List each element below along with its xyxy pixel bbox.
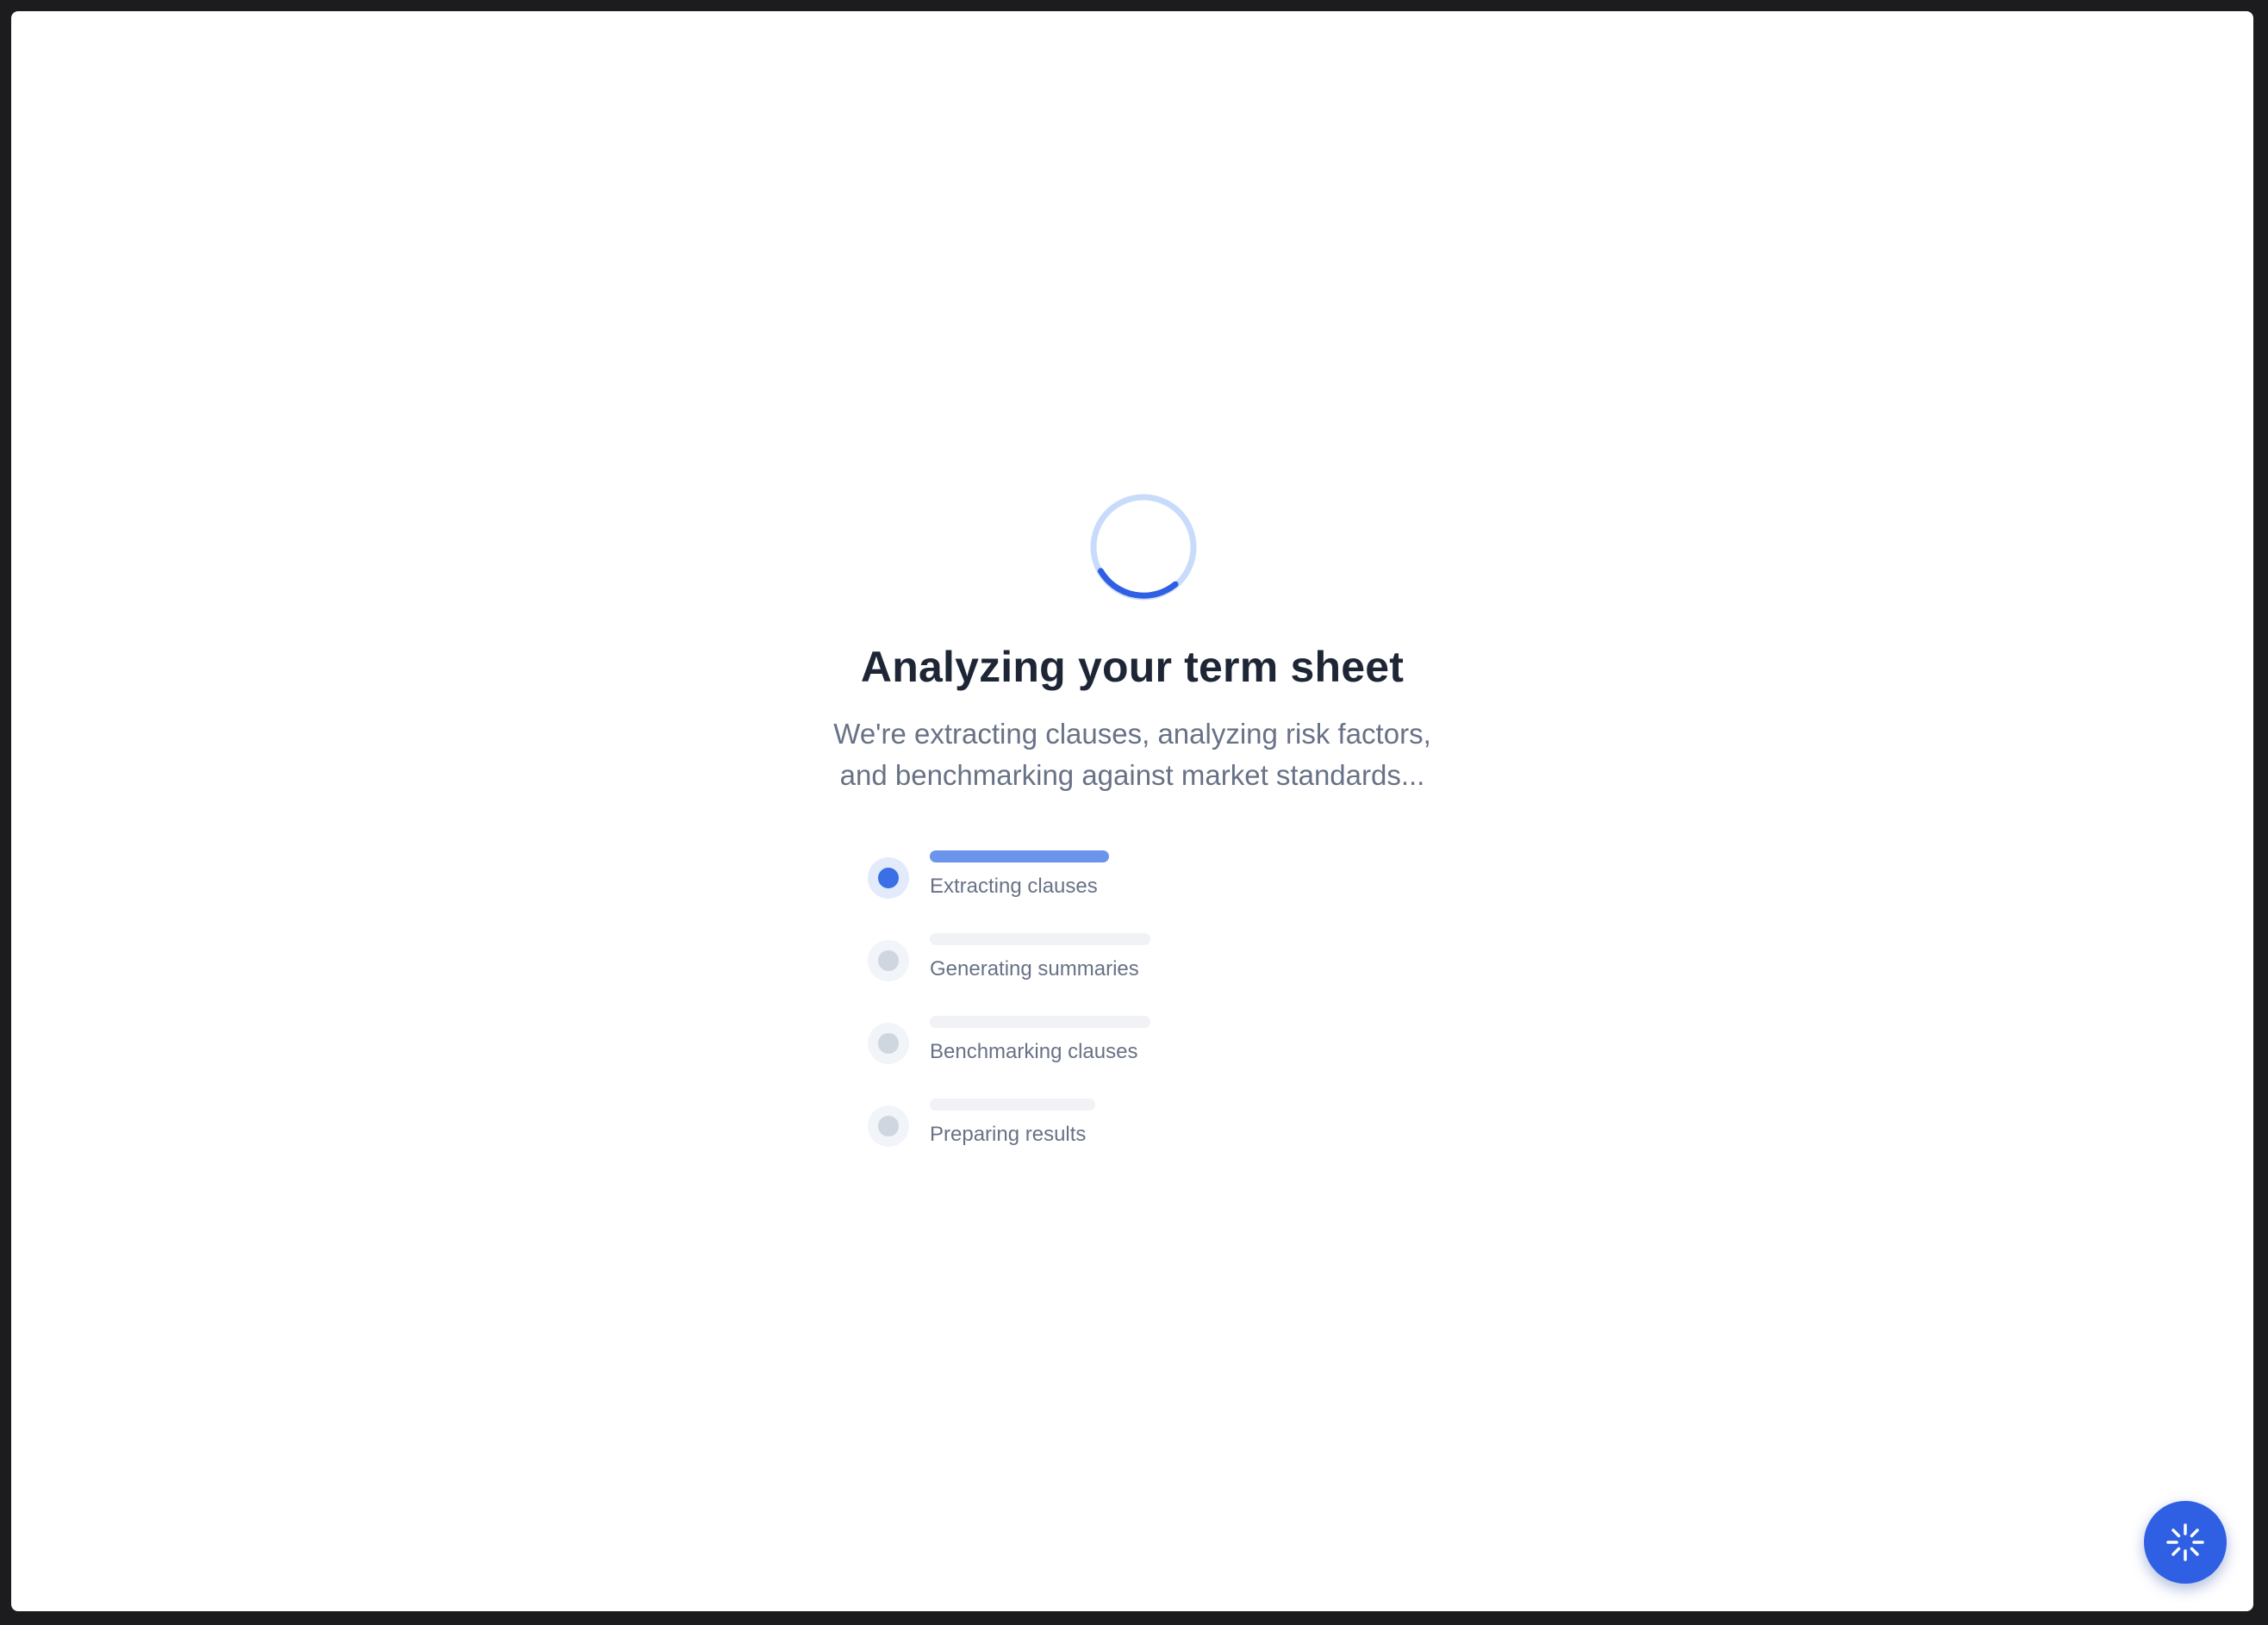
step-preparing-results: Preparing results: [857, 1088, 1461, 1171]
step-status-indicator: [868, 940, 909, 981]
app-window: Analyzing your term sheet We're extracti…: [11, 11, 2253, 1611]
step-dot-icon: [878, 1116, 899, 1136]
subtitle-line-1: We're extracting clauses, analyzing risk…: [833, 718, 1431, 750]
step-benchmarking-clauses: Benchmarking clauses: [857, 1006, 1461, 1088]
progress-steps: Extracting clauses Generating summaries …: [857, 840, 1461, 1171]
step-dot-icon: [878, 950, 899, 971]
step-status-indicator: [868, 1023, 909, 1064]
step-extracting-clauses: Extracting clauses: [857, 840, 1461, 923]
step-generating-summaries: Generating summaries: [857, 923, 1461, 1006]
step-progress-bar: [930, 1099, 1095, 1111]
step-progress-bar: [930, 933, 1150, 945]
assistant-fab-button[interactable]: [2144, 1501, 2227, 1584]
step-label: Preparing results: [930, 1123, 1087, 1146]
subtitle-line-2: and benchmarking against market standard…: [839, 759, 1425, 791]
loading-spinner-icon: [1090, 494, 1197, 601]
step-progress-bar: [930, 850, 1109, 862]
page-title: Analyzing your term sheet: [860, 643, 1405, 691]
step-label: Generating summaries: [930, 957, 1139, 981]
step-dot-icon: [878, 868, 899, 888]
step-dot-icon: [878, 1033, 899, 1054]
step-label: Extracting clauses: [930, 875, 1098, 898]
step-label: Benchmarking clauses: [930, 1040, 1138, 1063]
step-status-indicator: [868, 1105, 909, 1147]
sparkle-icon: [2166, 1523, 2204, 1561]
page-subtitle: We're extracting clauses, analyzing risk…: [11, 713, 2253, 796]
step-progress-bar: [930, 1016, 1150, 1028]
step-status-indicator: [868, 857, 909, 899]
